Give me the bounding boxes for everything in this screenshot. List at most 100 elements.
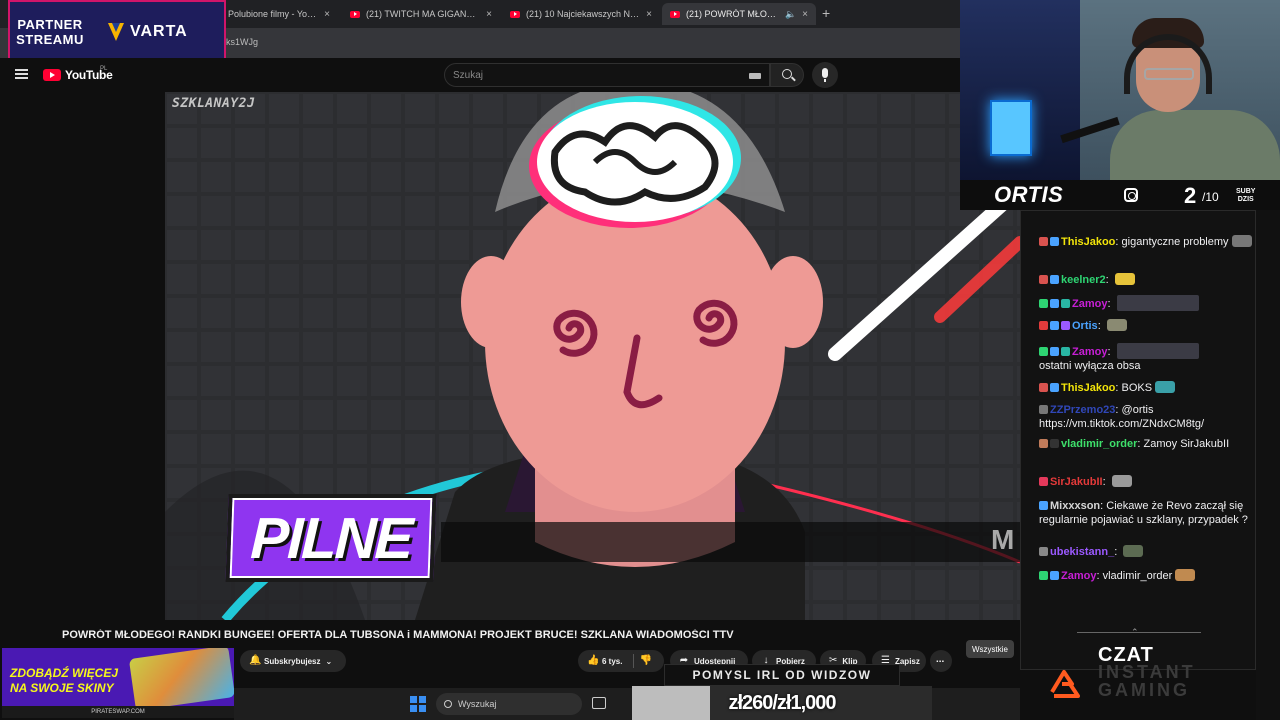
chat-badge-icon	[1050, 383, 1059, 392]
chat-badge-icon	[1039, 501, 1048, 510]
chat-message: ThisJakoo: gigantyczne problemy	[1039, 235, 1253, 249]
url-text: ks1WJg	[226, 37, 259, 47]
search-box	[444, 63, 770, 87]
close-icon[interactable]: ×	[486, 9, 492, 20]
close-icon[interactable]: ×	[646, 9, 652, 20]
partner-overlay: PARTNER STREAMU VARTA	[8, 0, 226, 64]
bell-icon: 🔔	[249, 655, 262, 666]
chat-badge-icon	[1039, 439, 1048, 448]
chat-username[interactable]: Zamoy	[1072, 298, 1107, 310]
subs-goal: /10	[1202, 190, 1219, 204]
chat-username[interactable]: Mixxxson	[1050, 500, 1100, 512]
chat-badge-icon	[1039, 383, 1048, 392]
speaker-icon[interactable]: 🔈	[785, 9, 796, 20]
browser-tab-news[interactable]: (21) 10 Najciekawszych Newsów ×	[502, 3, 660, 25]
chat-text: ostatni wyłącza obsa	[1039, 360, 1141, 372]
chat-message: Zamoy:	[1039, 295, 1253, 311]
thumbs-down-icon[interactable]: 👎	[639, 656, 651, 666]
thumbs-up-icon: 👍	[587, 655, 600, 666]
task-view-icon[interactable]	[592, 697, 606, 709]
chat-divider	[1077, 632, 1201, 633]
ad-headline-2: NA SWOJE SKINY	[10, 681, 114, 695]
chat-username[interactable]: Ortis	[1072, 320, 1098, 332]
close-icon[interactable]: ×	[324, 9, 330, 20]
chat-emote-icon	[1155, 381, 1176, 393]
streamer-bar: ORTIS 2 /10 SUBY DZIS	[960, 180, 1280, 210]
chat-separator: :	[1107, 346, 1114, 358]
chat-badge-icon	[1050, 237, 1059, 246]
chat-message: vladimir_order: Zamoy SirJakubII	[1039, 437, 1253, 451]
ad-artwork	[128, 648, 234, 711]
search-button[interactable]	[770, 63, 804, 87]
chip-all[interactable]: Wszystkie	[966, 640, 1014, 658]
chat-username[interactable]: SirJakubII	[1050, 476, 1103, 488]
search-icon	[782, 69, 792, 79]
keyboard-icon[interactable]	[749, 73, 761, 79]
chat-message: Zamoy: ostatni wyłącza obsa	[1039, 343, 1253, 373]
chat-text: gigantyczne problemy	[1121, 236, 1229, 248]
youtube-favicon-icon	[670, 10, 680, 18]
subscribe-button[interactable]: 🔔 Subskrybujesz ⌄	[240, 650, 346, 672]
windows-start-icon[interactable]	[410, 696, 426, 712]
chat-message: ubekistann_:	[1039, 545, 1253, 559]
instagram-icon	[1124, 188, 1138, 202]
chat-badge-icon	[1061, 321, 1070, 330]
ad-footer: PIRATESWAP.COM	[2, 706, 234, 718]
chat-badge-icon	[1050, 571, 1059, 580]
chat-badge-icon	[1039, 405, 1048, 414]
browser-tab-twitch[interactable]: (21) TWITCH MA GIGANTYCZN ×	[342, 3, 500, 25]
more-actions-button[interactable]: ⋯	[930, 650, 952, 672]
partner-line-2: STREAMU	[16, 32, 84, 47]
like-button[interactable]: 👍 6 tys. 👎	[578, 650, 664, 672]
video-title: POWRÓT MŁODEGO! RANDKI BUNGEE! OFERTA DL…	[62, 629, 734, 641]
chat-badge-icon	[1039, 547, 1048, 556]
chat-username[interactable]: Zamoy	[1072, 346, 1107, 358]
chat-message: ZZPrzemo23: @ortis https://vm.tiktok.com…	[1039, 403, 1253, 431]
chat-username[interactable]: ZZPrzemo23	[1050, 404, 1115, 416]
subs-label: SUBY DZIS	[1236, 188, 1255, 204]
youtube-favicon-icon	[350, 10, 360, 18]
menu-icon[interactable]	[15, 69, 28, 79]
chat-username[interactable]: keelner2	[1061, 274, 1106, 286]
chat-separator: :	[1102, 476, 1109, 488]
chat-username[interactable]: ubekistann_	[1050, 546, 1114, 558]
goal-progress-text: zł260/zł1,000	[728, 691, 836, 714]
browser-tab-active[interactable]: (21) POWRÓT MŁODEGO! RA 🔈 ×	[662, 3, 816, 25]
chat-badge-icon	[1039, 347, 1048, 356]
like-count: 6 tys.	[602, 656, 623, 666]
chat-separator: :	[1097, 320, 1104, 332]
new-tab-button[interactable]: +	[822, 5, 830, 21]
partner-line-1: PARTNER	[17, 17, 83, 32]
chat-footer: CZAT INSTANT GAMING	[1020, 638, 1256, 710]
voice-search-button[interactable]	[812, 62, 838, 88]
search-input[interactable]	[453, 68, 733, 82]
chat-message: SirJakubII:	[1039, 475, 1253, 489]
microphone-icon	[822, 68, 828, 82]
chat-message: Ortis:	[1039, 319, 1253, 333]
subscribe-label: Subskrybujesz	[264, 656, 321, 666]
varta-logo: VARTA	[108, 23, 188, 41]
chat-badge-icon	[1050, 347, 1059, 356]
varta-mark-icon	[108, 23, 124, 41]
partner-label: PARTNER STREAMU	[10, 17, 90, 47]
chat-username[interactable]: vladimir_order	[1061, 438, 1137, 450]
close-icon[interactable]: ×	[802, 9, 808, 20]
chat-text: BOKS	[1121, 382, 1153, 394]
instant-gaming-logo-icon	[1050, 670, 1080, 698]
chat-separator: :	[1107, 298, 1114, 310]
chat-username[interactable]: ThisJakoo	[1061, 236, 1115, 248]
taskbar-search[interactable]: Wyszukaj	[436, 693, 582, 715]
ad-banner[interactable]: ZDOBĄDŹ WIĘCEJ NA SWOJE SKINY PIRATESWAP…	[2, 648, 234, 718]
chat-link-preview[interactable]	[1116, 343, 1199, 359]
chat-emote-icon	[1123, 545, 1144, 557]
chat-link-preview[interactable]	[1116, 295, 1199, 311]
taskbar-search-label: Wyszukaj	[458, 699, 497, 709]
chat-emote-icon	[1114, 273, 1135, 285]
chat-username[interactable]: Zamoy	[1061, 570, 1096, 582]
chat-badge-icon	[1050, 321, 1059, 330]
chat-message: Mixxxson: Ciekawe że Revo zaczął się reg…	[1039, 499, 1253, 527]
browser-tab-liked-videos[interactable]: Polubione filmy - YouTube ×	[220, 3, 338, 25]
video-player[interactable]: SZKLANAY2J PILNE M	[165, 92, 1020, 620]
chat-username[interactable]: ThisJakoo	[1061, 382, 1115, 394]
chevron-up-icon: ⌃	[1131, 627, 1139, 637]
